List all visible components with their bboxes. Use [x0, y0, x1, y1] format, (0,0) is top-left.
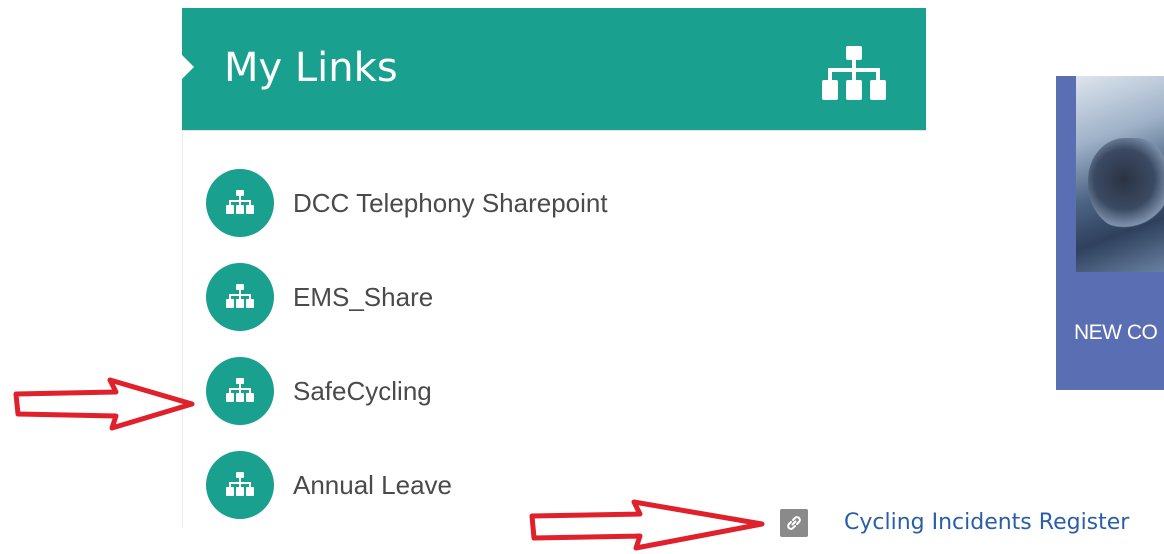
sitemap-icon — [822, 46, 886, 100]
panel-header: My Links — [182, 8, 926, 130]
link-item-safecycling[interactable]: SafeCycling — [206, 357, 846, 425]
page-stage: My Links DCC Telephony Sharepoint EMS_Sh… — [0, 0, 1164, 554]
panel-title: My Links — [224, 45, 398, 91]
link-label: SafeCycling — [293, 376, 432, 406]
my-links-panel: My Links DCC Telephony Sharepoint EMS_Sh… — [182, 8, 926, 528]
sitemap-icon — [206, 451, 274, 519]
sitemap-icon — [206, 169, 274, 237]
cycling-incidents-register-link[interactable]: Cycling Incidents Register — [780, 507, 1164, 539]
register-link-label: Cycling Incidents Register — [844, 510, 1130, 535]
link-label: DCC Telephony Sharepoint — [293, 188, 608, 218]
panel-border — [182, 130, 183, 528]
chain-link-icon — [780, 509, 808, 537]
link-item-dcc-telephony-sharepoint[interactable]: DCC Telephony Sharepoint — [206, 169, 846, 237]
promo-card[interactable]: NEW CO — [1056, 76, 1164, 390]
promo-image — [1076, 76, 1164, 272]
annotation-arrow-left — [13, 377, 195, 431]
link-item-ems-share[interactable]: EMS_Share — [206, 263, 846, 331]
sitemap-icon — [206, 357, 274, 425]
annotation-arrow-bottom — [529, 499, 765, 551]
sitemap-icon — [206, 263, 274, 331]
header-divider — [182, 130, 926, 131]
header-notch — [182, 55, 194, 79]
promo-label: NEW CO — [1074, 321, 1158, 344]
link-label: EMS_Share — [293, 282, 434, 312]
link-label: Annual Leave — [293, 470, 453, 500]
